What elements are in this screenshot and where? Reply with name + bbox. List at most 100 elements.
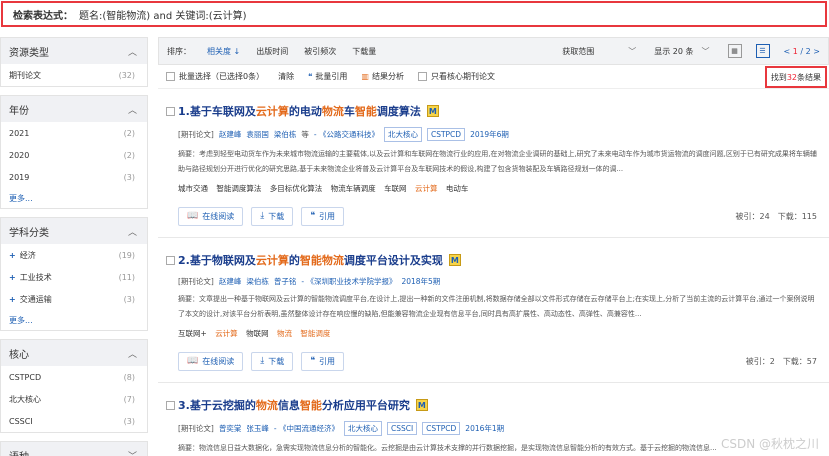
sort-cited[interactable]: 被引频次 xyxy=(304,46,336,57)
result-keywords: 城市交通 智能调度算法 多目标优化算法 物流车辆调度 车联网 云计算 电动车 xyxy=(178,183,817,194)
author-link[interactable]: 赵建峰 xyxy=(219,129,242,140)
more-link[interactable]: 更多... xyxy=(1,188,147,208)
sort-publish-date[interactable]: 出版时间 xyxy=(256,46,288,57)
mobile-badge-icon: M xyxy=(415,399,428,411)
filter-item-count: (2) xyxy=(123,128,135,138)
expand-plus-icon[interactable]: + xyxy=(9,251,16,260)
clear-button[interactable]: 清除 xyxy=(278,71,294,82)
keyword-link[interactable]: 物流 xyxy=(277,329,292,338)
author-link[interactable]: 曾子铭 xyxy=(274,276,297,287)
download-button[interactable]: ⤓ 下载 xyxy=(251,206,294,226)
issue-link[interactable]: 2019年6期 xyxy=(470,129,509,140)
filter-group-title: 年份 xyxy=(9,105,29,117)
issue-link[interactable]: 2016年1期 xyxy=(465,423,504,434)
keyword-link[interactable]: 城市交通 xyxy=(178,184,208,193)
filter-item-count: (19) xyxy=(118,250,135,260)
chevron-up-icon[interactable]: ︿ xyxy=(128,347,137,360)
keyword-link[interactable]: 多目标优化算法 xyxy=(270,184,323,193)
keyword-link[interactable]: 电动车 xyxy=(446,184,469,193)
read-online-button[interactable]: 📖 在线阅读 xyxy=(178,351,244,371)
filter-group-header[interactable]: 核心 ︿ xyxy=(1,340,147,366)
author-link[interactable]: 张玉峰 xyxy=(246,423,269,434)
keyword-link[interactable]: 云计算 xyxy=(215,329,238,338)
batch-actions-bar: 批量选择（已选择0条） 清除 ❝ 批量引用 ▥ 结果分析 只看核心期刊论文 xyxy=(158,65,829,89)
read-online-button[interactable]: 📖 在线阅读 xyxy=(178,206,244,226)
result-title[interactable]: 3.基于云挖掘的 物流 信息 智能 分析应用平台研究 M xyxy=(178,397,817,413)
filter-item[interactable]: CSSCI (3) xyxy=(1,410,147,432)
cite-button[interactable]: ❝ 引用 xyxy=(301,206,345,226)
filter-item[interactable]: CSTPCD (8) xyxy=(1,366,147,388)
keyword-link[interactable]: 智能调度算法 xyxy=(216,184,261,193)
filter-group-header[interactable]: 学科分类 ︿ xyxy=(1,218,147,244)
filter-item[interactable]: 2019 (3) xyxy=(1,166,147,188)
author-link[interactable]: 曾奕棠 xyxy=(219,423,242,434)
result-item: 1.基于车联网及 云计算 的电动 物流车智能 调度算法 M [期刊论文] 赵建峰 袁丽国… xyxy=(158,89,829,238)
keyword-link[interactable]: 云计算 xyxy=(415,184,438,193)
source-link[interactable]: - 《深圳职业技术学院学报》 xyxy=(301,276,396,287)
author-link[interactable]: 赵建峰 xyxy=(219,276,242,287)
filter-group-year: 年份 ︿ 2021 (2) 2020 (2) 2019 (3) 更多... xyxy=(0,95,148,209)
filter-item[interactable]: + 经济 (19) xyxy=(1,244,147,266)
chevron-up-icon[interactable]: ︿ xyxy=(128,225,137,238)
batch-cite-button[interactable]: ❝ 批量引用 xyxy=(308,71,347,82)
search-expression-label: 检索表达式： xyxy=(13,10,73,22)
keyword-link[interactable]: 物流车辆调度 xyxy=(331,184,376,193)
filter-item[interactable]: + 工业技术 (11) xyxy=(1,266,147,288)
list-view-icon[interactable]: ☰ xyxy=(755,44,770,58)
issue-link[interactable]: 2018年5期 xyxy=(401,276,440,287)
keyword-link[interactable]: 物联网 xyxy=(246,329,269,338)
filter-item[interactable]: 期刊论文 (32) xyxy=(1,64,147,86)
result-analysis-button[interactable]: ▥ 结果分析 xyxy=(361,71,404,82)
filter-item[interactable]: + 交通运输 (3) xyxy=(1,288,147,310)
expand-plus-icon[interactable]: + xyxy=(9,295,16,304)
scope-dropdown[interactable]: 获取范围 ﹀ xyxy=(562,46,636,57)
sort-relevance[interactable]: 相关度 ↓ xyxy=(207,46,240,57)
result-checkbox[interactable] xyxy=(166,107,175,116)
chevron-up-icon[interactable]: ︿ xyxy=(128,45,137,58)
author-link[interactable]: 梁伯栋 xyxy=(274,129,297,140)
select-all-checkbox[interactable]: 批量选择（已选择0条） xyxy=(166,71,264,82)
chevron-up-icon[interactable]: ︿ xyxy=(128,103,137,116)
filter-item[interactable]: 2020 (2) xyxy=(1,144,147,166)
filter-group-header[interactable]: 语种 ﹀ xyxy=(1,442,147,456)
filter-item-count: (8) xyxy=(123,372,135,382)
source-link[interactable]: - 《公路交通科技》 xyxy=(314,129,379,140)
filter-item-label: CSSCI xyxy=(9,416,33,426)
result-checkbox[interactable] xyxy=(166,256,175,265)
filter-group-header[interactable]: 资源类型 ︿ xyxy=(1,38,147,64)
author-link[interactable]: 梁伯栋 xyxy=(246,276,269,287)
cite-button[interactable]: ❝ 引用 xyxy=(301,351,345,371)
chevron-down-icon[interactable]: ﹀ xyxy=(128,449,137,456)
core-tag: 北大核心 xyxy=(383,127,422,142)
scope-value: 获取范围 xyxy=(562,46,595,56)
author-link[interactable]: 袁丽国 xyxy=(246,129,269,140)
filter-item[interactable]: 2021 (2) xyxy=(1,122,147,144)
core-only-checkbox[interactable]: 只看核心期刊论文 xyxy=(417,71,495,82)
more-link[interactable]: 更多... xyxy=(1,310,147,330)
keyword-link[interactable]: 互联网+ xyxy=(178,329,207,338)
core-tag: CSTPCD xyxy=(426,128,466,141)
result-title[interactable]: 1.基于车联网及 云计算 的电动 物流车智能 调度算法 M xyxy=(178,103,817,119)
expand-plus-icon[interactable]: + xyxy=(9,273,16,282)
filter-item[interactable]: 北大核心 (7) xyxy=(1,388,147,410)
download-button[interactable]: ⤓ 下载 xyxy=(251,351,294,371)
page-size-dropdown[interactable]: 显示 20 条 ﹀ xyxy=(654,46,709,57)
source-link[interactable]: - 《中国流通经济》 xyxy=(274,423,339,434)
keyword-link[interactable]: 车联网 xyxy=(384,184,407,193)
keyword-link[interactable]: 智能调度 xyxy=(300,329,330,338)
filter-group-title: 学科分类 xyxy=(9,227,49,239)
pager[interactable]: < 1 / 2 > xyxy=(784,47,820,56)
result-count: 找到 32 条结果 xyxy=(764,66,827,88)
result-title[interactable]: 2.基于物联网及 云计算的智能物流 调度平台设计及实现 M xyxy=(178,252,817,268)
result-meta: [期刊论文] 赵建峰 袁丽国 梁伯栋 等 - 《公路交通科技》 北大核心 CST… xyxy=(178,127,817,142)
filter-group-resource-type: 资源类型 ︿ 期刊论文 (32) xyxy=(0,37,148,87)
sort-downloads[interactable]: 下载量 xyxy=(352,46,376,57)
filter-item-label: 交通运输 xyxy=(19,294,52,304)
result-checkbox[interactable] xyxy=(166,401,175,410)
filter-item-label: 2021 xyxy=(9,128,30,138)
filter-item-count: (7) xyxy=(123,394,135,404)
filter-group-header[interactable]: 年份 ︿ xyxy=(1,96,147,122)
bar-chart-icon: ▥ xyxy=(361,72,369,81)
quote-icon: ❝ xyxy=(310,211,316,221)
grid-view-icon[interactable]: ▦ xyxy=(727,44,742,58)
